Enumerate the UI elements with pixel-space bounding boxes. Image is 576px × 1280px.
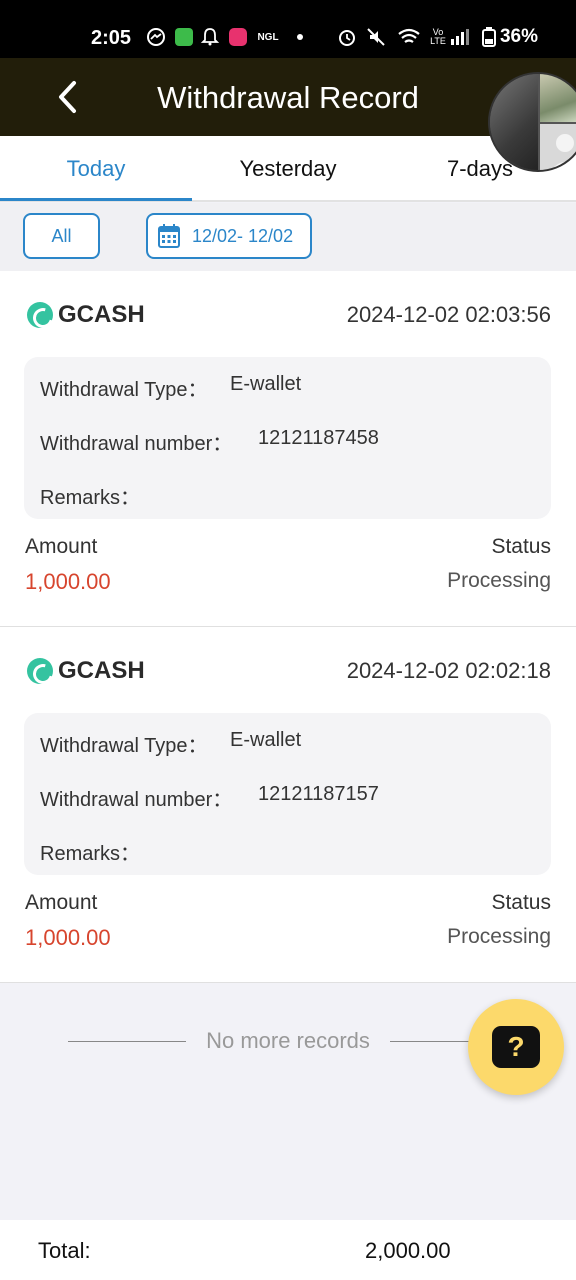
status-label: Status: [491, 891, 551, 914]
signal-icon: [450, 27, 470, 47]
filter-bar: All 12/02- 12/02: [0, 203, 576, 271]
total-bar: Total: 2,000.00: [0, 1220, 576, 1280]
record-datetime: 2024-12-02 02:02:18: [346, 658, 551, 683]
remarks-row: Remarks：: [40, 481, 140, 510]
amount-label: Amount: [25, 535, 98, 558]
withdrawal-type-label: Withdrawal Type：: [40, 379, 208, 401]
battery-percent: 36%: [499, 26, 538, 47]
battery-icon: [479, 27, 499, 47]
withdrawal-number-label: Withdrawal number：: [40, 789, 233, 811]
remarks-label: Remarks：: [40, 843, 141, 865]
alarm-icon: [337, 27, 357, 47]
bell-icon: [200, 27, 220, 47]
status-time: 2:05: [91, 27, 132, 49]
ngl-text-icon: NGL: [257, 31, 279, 43]
status-value: Processing: [447, 569, 551, 592]
floating-video-avatar[interactable]: [488, 72, 576, 172]
status-value: Processing: [447, 925, 551, 948]
withdrawal-type-value: E-wallet: [230, 729, 302, 751]
active-tab-indicator: [0, 198, 192, 201]
withdrawal-number-value: 12121187458: [258, 427, 379, 449]
gcash-logo-icon: [27, 302, 53, 328]
volte-icon: Vo LTE: [430, 27, 446, 46]
withdrawal-record[interactable]: GCASH 2024-12-02 02:02:18 Withdrawal Typ…: [0, 627, 576, 983]
calendar-icon: [158, 224, 180, 248]
ngl-app-icon: [228, 27, 248, 47]
tab-today[interactable]: Today: [0, 136, 192, 202]
dot-icon: [290, 27, 310, 47]
provider-name: GCASH: [58, 657, 145, 684]
withdrawal-number-label: Withdrawal number：: [40, 433, 233, 455]
wifi-icon: [397, 27, 421, 47]
total-value: 2,000.00: [365, 1238, 451, 1263]
amount-value: 1,000.00: [25, 925, 111, 950]
date-range-text: 12/02- 12/02: [192, 225, 294, 246]
record-datetime: 2024-12-02 02:03:56: [346, 302, 551, 327]
status-label: Status: [491, 535, 551, 558]
withdrawal-number-row: Withdrawal number： 12121187458: [40, 427, 379, 456]
amount-value: 1,000.00: [25, 569, 111, 594]
record-details: Withdrawal Type： E-wallet Withdrawal num…: [24, 713, 551, 875]
amount-label: Amount: [25, 891, 98, 914]
withdrawal-type-label: Withdrawal Type：: [40, 735, 208, 757]
date-range-button[interactable]: 12/02- 12/02: [146, 213, 312, 259]
withdrawal-type-row: Withdrawal Type： E-wallet: [40, 729, 301, 758]
filter-all-button[interactable]: All: [23, 213, 100, 259]
messenger-icon: [146, 27, 166, 47]
app-icon: [174, 27, 194, 47]
provider: GCASH: [27, 301, 145, 329]
mute-icon: [366, 27, 386, 47]
help-button[interactable]: ?: [468, 999, 564, 1095]
withdrawal-number-row: Withdrawal number： 12121187157: [40, 783, 379, 812]
status-bar: 2:05 NGL Vo LTE 36%: [0, 0, 576, 58]
gcash-logo-icon: [27, 658, 53, 684]
remarks-label: Remarks：: [40, 487, 141, 509]
provider-name: GCASH: [58, 301, 145, 328]
withdrawal-type-row: Withdrawal Type： E-wallet: [40, 373, 301, 402]
withdrawal-type-value: E-wallet: [230, 373, 302, 395]
tab-yesterday[interactable]: Yesterday: [192, 136, 384, 202]
question-mark-icon: ?: [492, 1026, 540, 1068]
withdrawal-record[interactable]: GCASH 2024-12-02 02:03:56 Withdrawal Typ…: [0, 271, 576, 627]
withdrawal-number-value: 12121187157: [258, 783, 379, 805]
video-tile-3: [540, 124, 576, 170]
total-label: Total:: [38, 1238, 91, 1263]
remarks-row: Remarks：: [40, 837, 140, 866]
video-tile-1: [490, 74, 538, 170]
provider: GCASH: [27, 657, 145, 685]
record-details: Withdrawal Type： E-wallet Withdrawal num…: [24, 357, 551, 519]
video-tile-2: [540, 74, 576, 122]
